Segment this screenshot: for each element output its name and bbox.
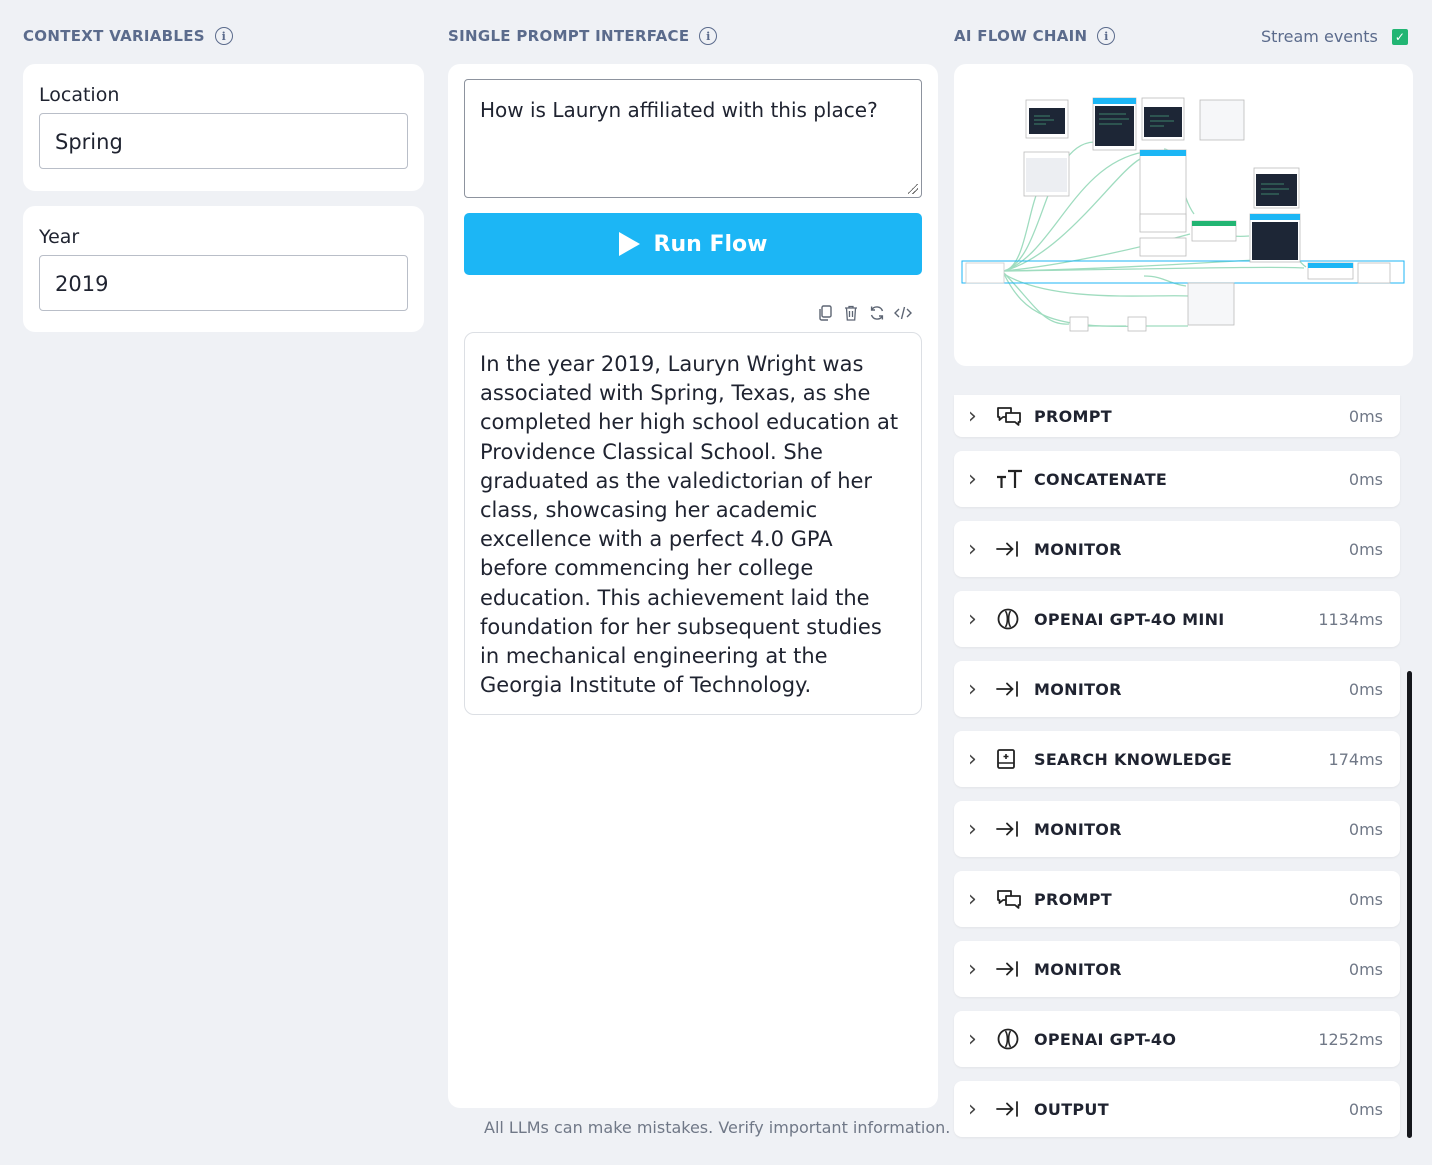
stream-events-label: Stream events — [1261, 27, 1378, 46]
chain-step-openai-gpt-4o-mini[interactable]: › OPENAI GPT-4O MINI 1134ms — [954, 591, 1400, 647]
flow-graph-preview[interactable] — [954, 64, 1413, 366]
context-variables-title: CONTEXT VARIABLES i — [23, 27, 233, 45]
chain-step-duration: 0ms — [1348, 959, 1383, 979]
chevron-right-icon[interactable]: › — [968, 677, 988, 702]
chain-step-monitor[interactable]: › MONITOR 0ms — [954, 801, 1400, 857]
chat-bubbles-icon — [996, 889, 1026, 909]
context-variables-label: CONTEXT VARIABLES — [23, 27, 205, 45]
chain-step-duration: 174ms — [1328, 749, 1383, 769]
chevron-right-icon[interactable]: › — [968, 957, 988, 982]
location-label: Location — [39, 84, 120, 106]
code-icon[interactable] — [894, 304, 912, 322]
chain-step-duration: 0ms — [1348, 406, 1383, 426]
chain-step-prompt[interactable]: › PROMPT 0ms — [954, 871, 1400, 927]
chain-step-prompt[interactable]: › PROMPT 0ms — [954, 395, 1400, 437]
chain-step-duration: 1134ms — [1318, 609, 1383, 629]
chain-step-search-knowledge[interactable]: › SEARCH KNOWLEDGE 174ms — [954, 731, 1400, 787]
chain-step-name: MONITOR — [1034, 539, 1122, 559]
disclaimer-text: All LLMs can make mistakes. Verify impor… — [484, 1118, 951, 1137]
run-flow-label: Run Flow — [653, 231, 768, 257]
chain-step-duration: 1252ms — [1318, 1029, 1383, 1049]
chevron-right-icon[interactable]: › — [968, 1027, 988, 1052]
year-label: Year — [39, 226, 80, 248]
prompt-textarea[interactable]: How is Lauryn affiliated with this place… — [464, 79, 922, 198]
single-prompt-title: SINGLE PROMPT INTERFACE i — [448, 27, 718, 45]
info-icon[interactable]: i — [1097, 27, 1116, 45]
flow-graph-canvas — [961, 97, 1405, 332]
chain-step-monitor[interactable]: › MONITOR 0ms — [954, 941, 1400, 997]
knowledge-book-icon — [996, 748, 1026, 770]
chain-step-name: OPENAI GPT-4O MINI — [1034, 609, 1225, 629]
ai-flow-chain-label: AI FLOW CHAIN — [954, 27, 1088, 45]
chain-step-name: MONITOR — [1034, 819, 1122, 839]
chevron-right-icon[interactable]: › — [968, 887, 988, 912]
response-output: In the year 2019, Lauryn Wright was asso… — [464, 332, 922, 715]
copy-icon[interactable] — [816, 304, 834, 322]
location-variable-card: Location Spring — [23, 64, 424, 191]
ai-flow-chain-title: AI FLOW CHAIN i — [954, 27, 1116, 45]
refresh-icon[interactable] — [868, 304, 886, 322]
chain-step-duration: 0ms — [1348, 819, 1383, 839]
chain-step-name: OUTPUT — [1034, 1099, 1109, 1119]
chain-scrollbar[interactable] — [1407, 671, 1412, 1138]
trash-icon[interactable] — [842, 304, 860, 322]
chevron-right-icon[interactable]: › — [968, 537, 988, 562]
chain-step-duration: 0ms — [1348, 539, 1383, 559]
text-size-icon — [996, 469, 1026, 489]
info-icon[interactable]: i — [699, 27, 718, 45]
response-text: In the year 2019, Lauryn Wright was asso… — [480, 352, 899, 698]
info-icon[interactable]: i — [214, 27, 233, 45]
arrow-to-line-icon — [996, 540, 1026, 558]
resize-handle[interactable] — [908, 184, 918, 194]
chain-step-name: MONITOR — [1034, 679, 1122, 699]
openai-icon — [996, 607, 1026, 631]
run-flow-button[interactable]: Run Flow — [464, 213, 922, 275]
year-variable-card: Year 2019 — [23, 206, 424, 332]
chevron-right-icon[interactable]: › — [968, 404, 988, 429]
single-prompt-label: SINGLE PROMPT INTERFACE — [448, 27, 690, 45]
prompt-text: How is Lauryn affiliated with this place… — [480, 98, 878, 122]
chain-step-duration: 0ms — [1348, 679, 1383, 699]
chevron-right-icon[interactable]: › — [968, 467, 988, 492]
chain-step-output[interactable]: › OUTPUT 0ms — [954, 1081, 1400, 1137]
chain-step-name: CONCATENATE — [1034, 469, 1168, 489]
chain-step-concatenate[interactable]: › CONCATENATE 0ms — [954, 451, 1400, 507]
arrow-to-line-icon — [996, 960, 1026, 978]
year-input[interactable]: 2019 — [39, 255, 408, 311]
chain-step-duration: 0ms — [1348, 1099, 1383, 1119]
chevron-right-icon[interactable]: › — [968, 607, 988, 632]
chat-bubbles-icon — [996, 406, 1026, 426]
arrow-to-line-icon — [996, 1100, 1026, 1118]
chain-step-monitor[interactable]: › MONITOR 0ms — [954, 521, 1400, 577]
chain-step-name: MONITOR — [1034, 959, 1122, 979]
arrow-to-line-icon — [996, 820, 1026, 838]
arrow-to-line-icon — [996, 680, 1026, 698]
response-toolbar — [816, 304, 912, 322]
chevron-right-icon[interactable]: › — [968, 747, 988, 772]
chevron-right-icon[interactable]: › — [968, 817, 988, 842]
stream-events-toggle[interactable]: Stream events ✓ — [1261, 27, 1408, 46]
chain-step-name: PROMPT — [1034, 889, 1113, 909]
location-input[interactable]: Spring — [39, 113, 408, 169]
play-icon — [618, 232, 640, 256]
chain-step-monitor[interactable]: › MONITOR 0ms — [954, 661, 1400, 717]
chain-step-openai-gpt-4o[interactable]: › OPENAI GPT-4O 1252ms — [954, 1011, 1400, 1067]
chain-step-name: SEARCH KNOWLEDGE — [1034, 749, 1233, 769]
chain-step-name: PROMPT — [1034, 406, 1113, 426]
chain-step-name: OPENAI GPT-4O — [1034, 1029, 1177, 1049]
stream-events-checkbox[interactable]: ✓ — [1391, 28, 1408, 45]
chain-step-duration: 0ms — [1348, 889, 1383, 909]
openai-icon — [996, 1027, 1026, 1051]
chevron-right-icon[interactable]: › — [968, 1097, 988, 1122]
chain-step-duration: 0ms — [1348, 469, 1383, 489]
